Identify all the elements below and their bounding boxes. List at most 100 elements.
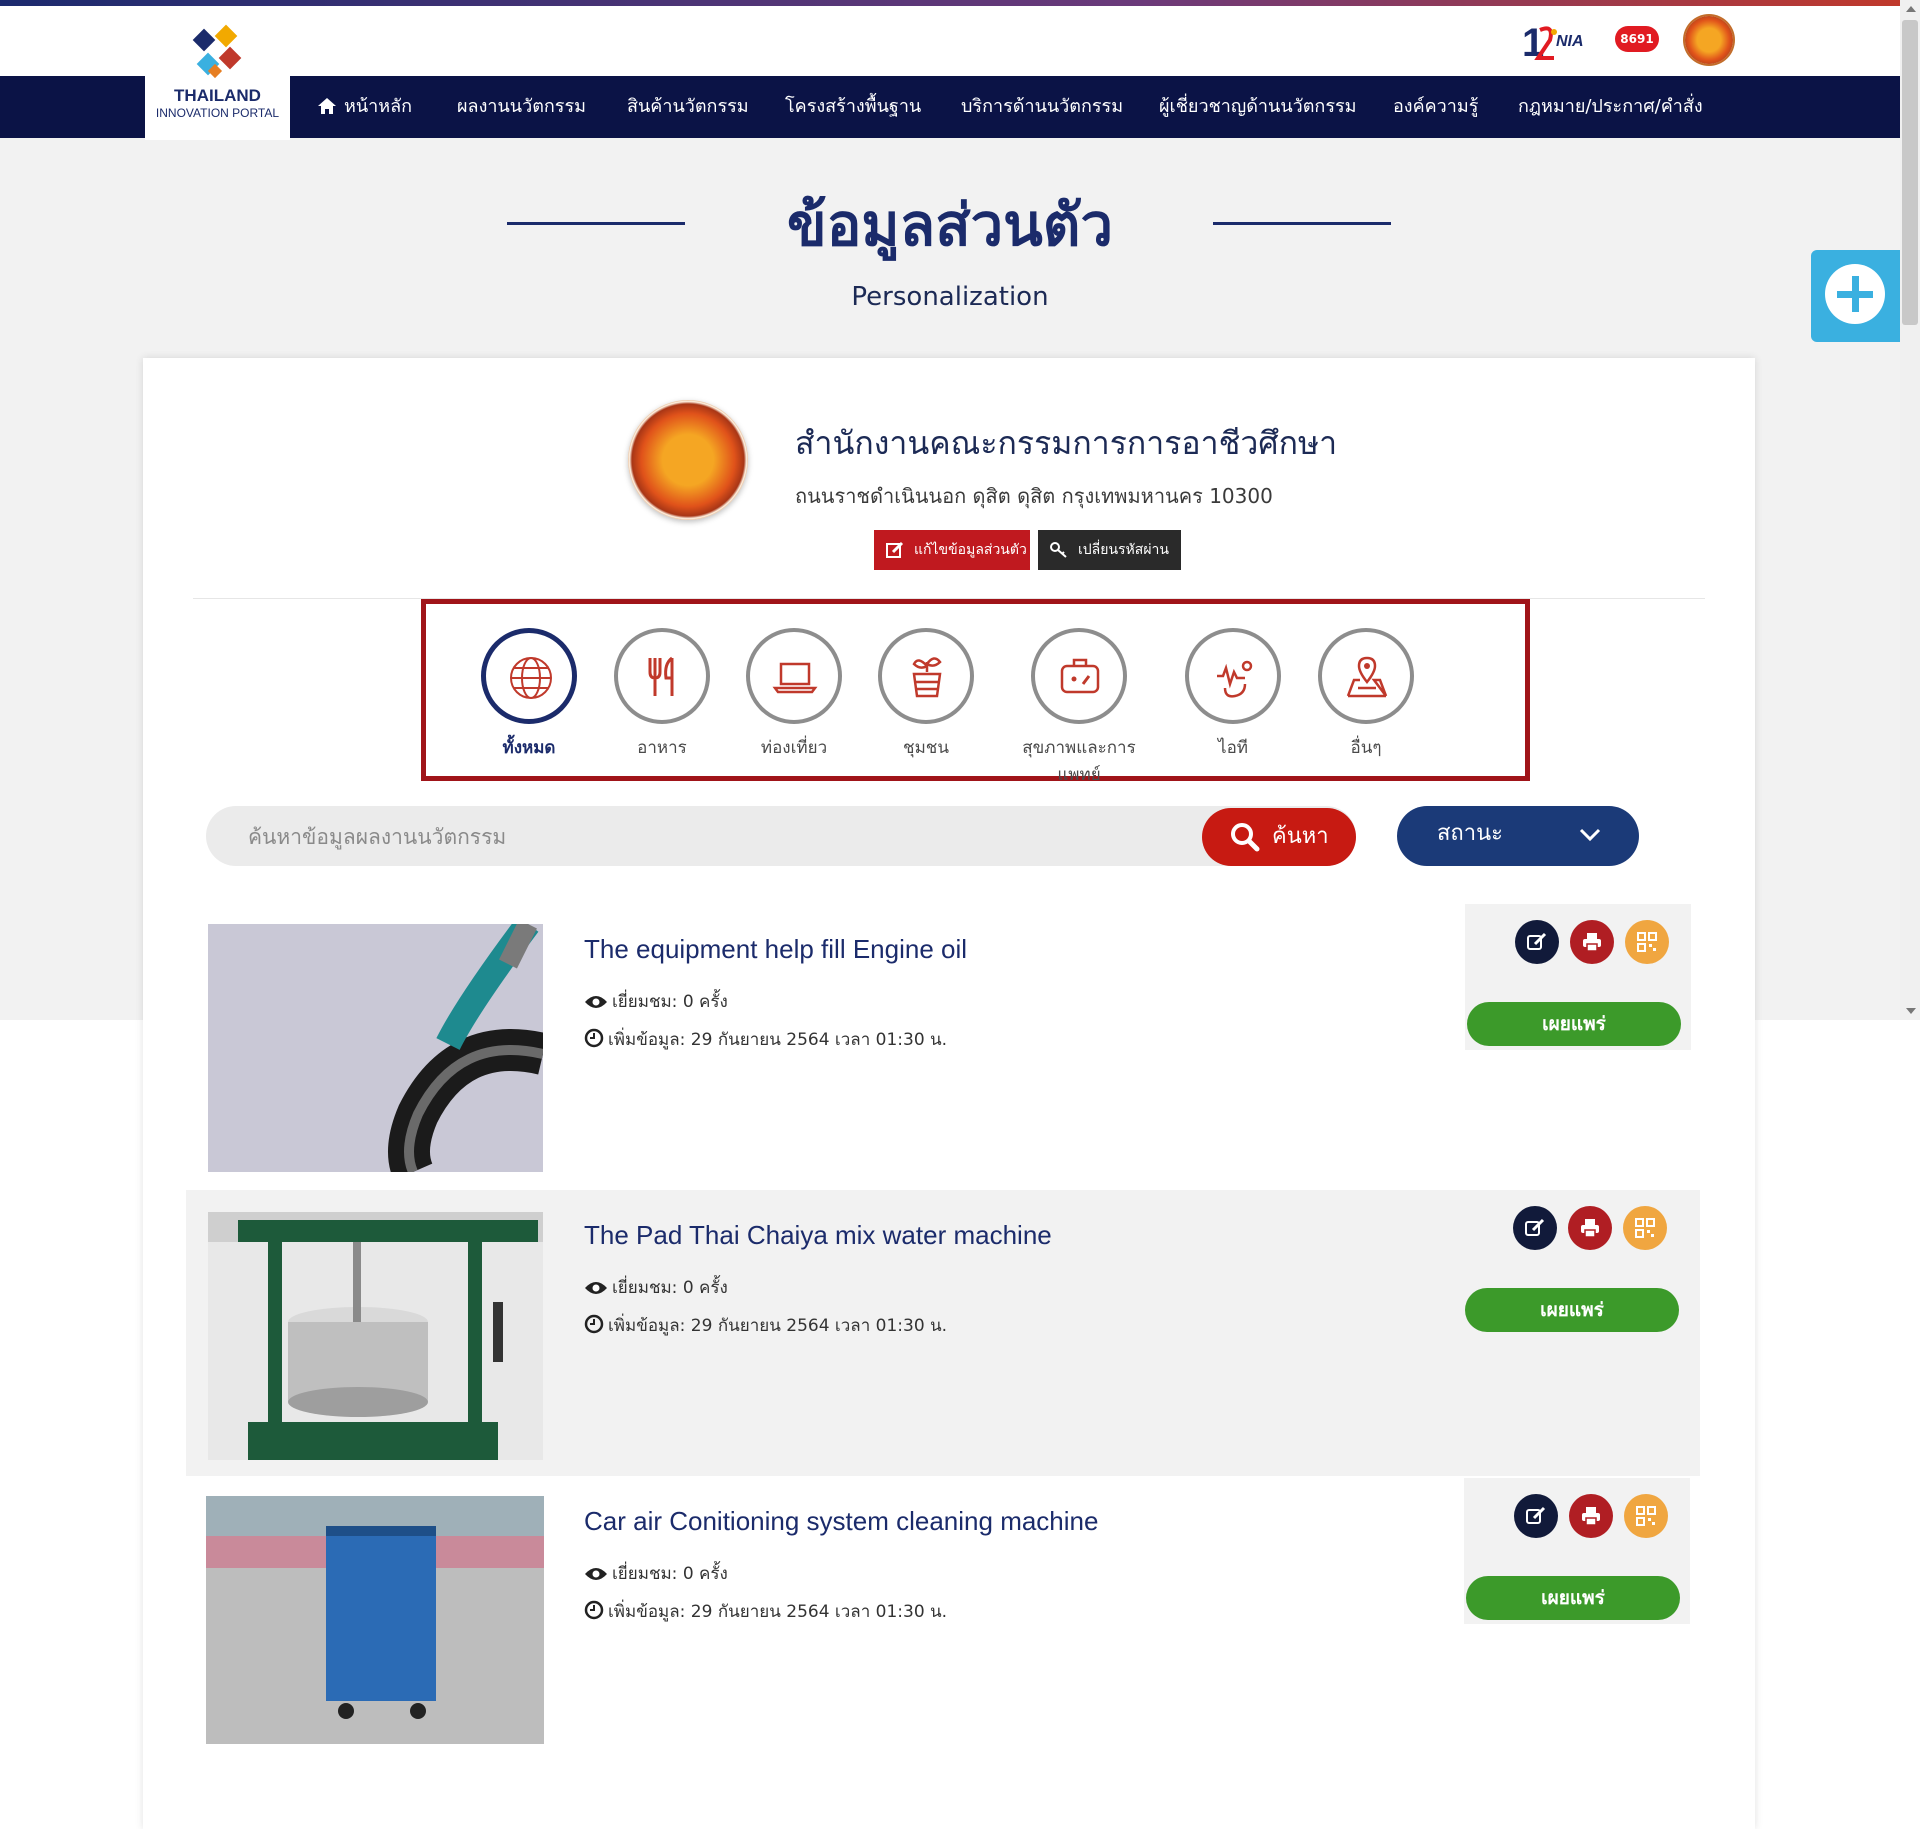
eye-icon (585, 1568, 607, 1580)
category-ring (878, 628, 974, 724)
search-button[interactable]: ค้นหา (1202, 808, 1356, 866)
item-views-text: เยี่ยมชม: 0 ครั้ง (612, 1278, 728, 1298)
svg-text:NIA: NIA (1556, 33, 1584, 50)
item-title[interactable]: The equipment help fill Engine oil (584, 934, 967, 965)
qr-code-icon (1635, 1218, 1655, 1238)
search-bar (206, 806, 1356, 868)
printer-icon (1583, 933, 1601, 952)
item-views: เยี่ยมชม: 0 ครั้ง (584, 1274, 728, 1301)
category-travel[interactable]: ท่องเที่ยว (719, 628, 869, 761)
qr-code-item-button[interactable] (1624, 1494, 1668, 1538)
organization-address: ถนนราชดำเนินนอก ดุสิต ดุสิต กรุงเทพมหานค… (795, 484, 1273, 508)
item-added-text: เพิ่มข้อมูล: 29 กันยายน 2564 เวลา 01:30 … (608, 1316, 948, 1336)
add-button[interactable] (1811, 250, 1900, 342)
organization-name: สำนักงานคณะกรรมการการอาชีวศึกษา (795, 424, 1338, 462)
category-label: อื่นๆ (1350, 738, 1382, 758)
print-item-button[interactable] (1570, 920, 1614, 964)
scrollbar[interactable] (1900, 0, 1920, 1020)
item-thumbnail[interactable] (208, 924, 543, 1172)
item-added-date: เพิ่มข้อมูล: 29 กันยายน 2564 เวลา 01:30 … (584, 1598, 947, 1625)
print-item-button[interactable] (1568, 1206, 1612, 1250)
agency-seal-icon[interactable] (1685, 16, 1733, 64)
scroll-up-arrow-icon[interactable] (1906, 6, 1916, 12)
nav-item-services[interactable]: บริการด้านนวัตกรรม (961, 76, 1123, 138)
category-ring (1318, 628, 1414, 724)
item-added-date: เพิ่มข้อมูล: 29 กันยายน 2564 เวลา 01:30 … (584, 1312, 947, 1339)
edit-profile-button[interactable]: แก้ไขข้อมูลส่วนตัว (874, 530, 1030, 570)
item-added-text: เพิ่มข้อมูล: 29 กันยายน 2564 เวลา 01:30 … (608, 1030, 948, 1050)
clock-icon (584, 1028, 604, 1048)
edit-icon (1525, 1218, 1545, 1236)
print-item-button[interactable] (1569, 1494, 1613, 1538)
search-icon (1231, 823, 1260, 852)
scrollbar-thumb[interactable] (1902, 20, 1918, 325)
item-thumbnail[interactable] (206, 1496, 544, 1744)
status-dropdown-label: สถานะ (1437, 821, 1503, 846)
nia-logo-icon[interactable]: 1 NIA (1520, 16, 1594, 66)
item-thumbnail[interactable] (208, 1212, 543, 1460)
category-label: อาหาร (637, 738, 687, 758)
edit-item-button[interactable] (1513, 1206, 1557, 1250)
nav-item-innovations[interactable]: ผลงานนวัตกรรม (457, 76, 586, 138)
category-community[interactable]: ชุมชน (851, 628, 1001, 761)
item-title[interactable]: The Pad Thai Chaiya mix water machine (584, 1220, 1052, 1251)
logo-mark (188, 24, 248, 86)
search-input[interactable] (246, 806, 1150, 868)
search-button-label: ค้นหา (1272, 824, 1329, 849)
publish-button[interactable]: เผยแพร่ (1465, 1288, 1679, 1332)
edit-item-button[interactable] (1515, 920, 1559, 964)
category-ring (1185, 628, 1281, 724)
qr-code-item-button[interactable] (1625, 920, 1669, 964)
status-dropdown[interactable]: สถานะ (1397, 806, 1639, 866)
nav-item-home[interactable]: หน้าหลัก (318, 76, 412, 138)
publish-button[interactable]: เผยแพร่ (1466, 1576, 1680, 1620)
plus-icon (1825, 264, 1885, 324)
item-views-text: เยี่ยมชม: 0 ครั้ง (612, 1564, 728, 1584)
hotline-badge[interactable]: 8691 (1615, 26, 1659, 52)
nav-item-experts[interactable]: ผู้เชี่ยวชาญด้านนวัตกรรม (1159, 76, 1357, 138)
printer-icon (1581, 1219, 1599, 1238)
item-added-text: เพิ่มข้อมูล: 29 กันยายน 2564 เวลา 01:30 … (608, 1602, 948, 1622)
nav-item-label: หน้าหลัก (344, 96, 413, 117)
category-other[interactable]: อื่นๆ (1291, 628, 1441, 761)
category-health[interactable]: สุขภาพและการแพทย์ (1004, 628, 1154, 788)
edit-icon (886, 541, 904, 558)
nav-item-laws[interactable]: กฎหมาย/ประกาศ/คำสั่ง (1518, 76, 1703, 138)
engine-oil-photo-icon (208, 924, 543, 1172)
nav-item-products[interactable]: สินค้านวัตกรรม (627, 76, 749, 138)
site-logo[interactable]: THAILAND INNOVATION PORTAL (145, 22, 290, 140)
category-all[interactable]: ทั้งหมด (454, 628, 604, 761)
globe-icon (510, 657, 552, 699)
laptop-icon (772, 662, 818, 694)
mixer-machine-photo-icon (208, 1212, 543, 1460)
qr-code-item-button[interactable] (1623, 1206, 1667, 1250)
category-ring (481, 628, 577, 724)
category-ring (1031, 628, 1127, 724)
item-views-text: เยี่ยมชม: 0 ครั้ง (612, 992, 728, 1012)
clock-icon (584, 1600, 604, 1620)
category-it[interactable]: ไอที (1158, 628, 1308, 761)
item-added-date: เพิ่มข้อมูล: 29 กันยายน 2564 เวลา 01:30 … (584, 1026, 947, 1053)
scroll-down-arrow-icon[interactable] (1906, 1008, 1916, 1014)
item-actions: เผยแพร่ (1463, 1190, 1689, 1336)
change-password-button[interactable]: เปลี่ยนรหัสผ่าน (1038, 530, 1181, 570)
aircon-cleaner-photo-icon (206, 1496, 544, 1744)
printer-icon (1582, 1507, 1600, 1526)
edit-icon (1527, 932, 1547, 950)
publish-button[interactable]: เผยแพร่ (1467, 1002, 1681, 1046)
innovation-list-item: Car air Conitioning system cleaning mach… (186, 1476, 1700, 1762)
nav-item-knowledge[interactable]: องค์ความรู้ (1393, 76, 1478, 138)
innovation-list-item: The equipment help fill Engine oil เยี่ย… (186, 904, 1700, 1190)
clock-icon (584, 1314, 604, 1334)
item-title[interactable]: Car air Conitioning system cleaning mach… (584, 1506, 1098, 1537)
change-password-label: เปลี่ยนรหัสผ่าน (1078, 542, 1169, 558)
category-food[interactable]: อาหาร (587, 628, 737, 761)
category-ring (614, 628, 710, 724)
plant-pot-icon (912, 657, 942, 698)
nav-item-infrastructure[interactable]: โครงสร้างพื้นฐาน (785, 76, 921, 138)
edit-item-button[interactable] (1514, 1494, 1558, 1538)
home-icon (318, 98, 336, 114)
category-ring (746, 628, 842, 724)
top-accent-line (0, 0, 1900, 6)
innovation-list-item: The Pad Thai Chaiya mix water machine เย… (186, 1190, 1700, 1476)
